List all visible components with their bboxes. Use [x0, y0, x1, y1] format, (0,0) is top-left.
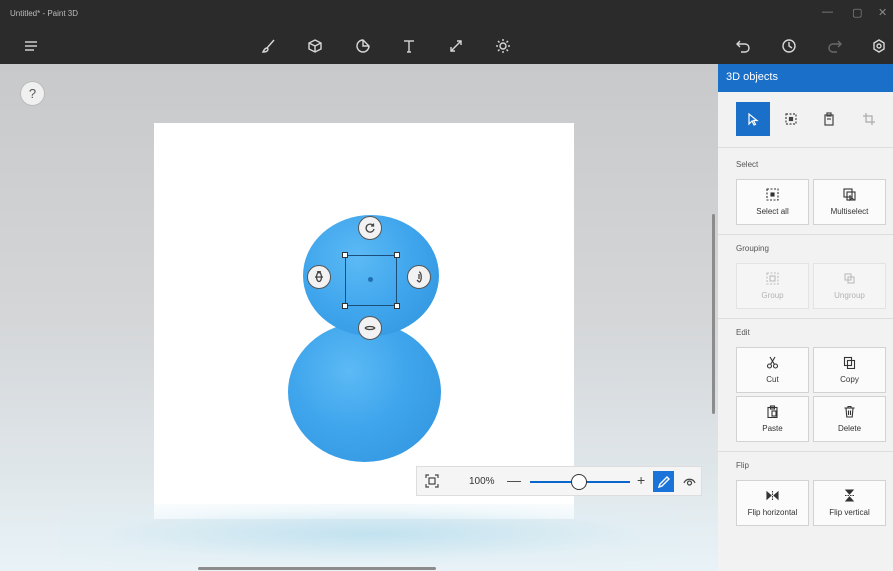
close-icon[interactable]: ✕ [878, 6, 887, 19]
depth-icon[interactable] [358, 316, 382, 340]
paste-label: Paste [762, 424, 783, 433]
selection-center [368, 277, 373, 282]
section-label-grouping: Grouping [736, 244, 769, 253]
delete-label: Delete [837, 424, 862, 433]
cut-label: Cut [766, 375, 779, 384]
flip-horizontal-label: Flip horizontal [747, 508, 798, 517]
3d-sphere-bottom[interactable] [288, 322, 441, 462]
zoom-out-button[interactable]: — [507, 472, 521, 488]
undo-icon[interactable] [733, 36, 753, 56]
window-title: Untitled* - Paint 3D [10, 9, 79, 18]
rotate-z-icon[interactable] [358, 216, 382, 240]
resize-handle-bottom-right[interactable] [394, 303, 400, 309]
divider [718, 451, 893, 452]
rotate-x-icon[interactable] [407, 265, 431, 289]
side-panel: 3D objects Select Select all Multiselect… [718, 64, 893, 571]
ungroup-button[interactable]: Ungroup [813, 263, 886, 309]
effects-icon[interactable] [446, 36, 466, 56]
flip-vertical-label: Flip vertical [829, 508, 870, 517]
group-button[interactable]: Group [736, 263, 809, 309]
panel-title: 3D objects [718, 64, 893, 92]
brushes-icon[interactable] [259, 36, 279, 56]
zoom-percentage: 100% [469, 476, 495, 487]
fit-to-screen-icon[interactable] [425, 474, 439, 488]
stickers-icon[interactable] [353, 36, 373, 56]
3d-library-icon[interactable] [869, 36, 889, 56]
menu-icon[interactable] [21, 36, 41, 56]
text-icon[interactable] [399, 36, 419, 56]
zoom-slider-thumb[interactable] [571, 474, 587, 490]
section-label-select: Select [736, 160, 759, 169]
resize-handle-top-right[interactable] [394, 252, 400, 258]
select-all-label: Select all [756, 207, 789, 216]
cut-button[interactable]: Cut [736, 347, 809, 393]
zoom-bar: 100% — + [416, 466, 702, 496]
horizontal-scrollbar[interactable] [198, 567, 436, 570]
crop-mode-icon[interactable] [852, 102, 886, 136]
history-icon[interactable] [779, 36, 799, 56]
resize-handle-top-left[interactable] [342, 252, 348, 258]
multiselect-button[interactable]: Multiselect [813, 179, 886, 225]
divider [718, 318, 893, 319]
mode-tabs [718, 92, 893, 148]
divider [718, 234, 893, 235]
floor-reflection [60, 504, 680, 564]
group-label: Group [761, 291, 784, 300]
paste-button[interactable]: Paste [736, 396, 809, 442]
help-button[interactable]: ? [20, 81, 45, 106]
copy-label: Copy [840, 375, 859, 384]
resize-handle-bottom-left[interactable] [342, 303, 348, 309]
vertical-scrollbar[interactable] [712, 214, 715, 414]
flip-horizontal-button[interactable]: Flip horizontal [736, 480, 809, 526]
multiselect-label: Multiselect [830, 207, 869, 216]
zoom-in-button[interactable]: + [637, 472, 645, 488]
section-label-edit: Edit [736, 328, 750, 337]
select-mode-icon[interactable] [736, 102, 770, 136]
title-bar: Untitled* - Paint 3D — ▢ ✕ [0, 0, 893, 28]
copy-button[interactable]: Copy [813, 347, 886, 393]
ungroup-label: Ungroup [834, 291, 865, 300]
main-toolbar [0, 28, 893, 64]
rotate-y-icon[interactable] [307, 265, 331, 289]
select-area-icon[interactable] [774, 102, 808, 136]
pen-toggle-icon[interactable] [653, 471, 674, 492]
view-3d-icon[interactable] [681, 473, 697, 489]
redo-icon[interactable] [825, 36, 845, 56]
flip-vertical-button[interactable]: Flip vertical [813, 480, 886, 526]
delete-button[interactable]: Delete [813, 396, 886, 442]
paste-mode-icon[interactable] [812, 102, 846, 136]
select-all-button[interactable]: Select all [736, 179, 809, 225]
restore-icon[interactable]: ▢ [852, 6, 862, 19]
section-label-flip: Flip [736, 461, 749, 470]
3d-shapes-icon[interactable] [305, 36, 325, 56]
minimize-icon[interactable]: — [822, 6, 833, 18]
canvas-icon[interactable] [493, 36, 513, 56]
